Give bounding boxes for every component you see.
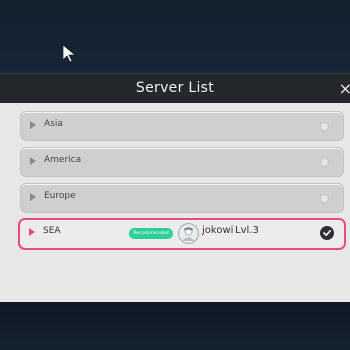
dialog-header: Server List × bbox=[0, 73, 350, 104]
server-list-panel: Asia America Europe SEA Recommended joko… bbox=[0, 103, 350, 302]
server-name: SEA bbox=[43, 226, 61, 236]
server-row-asia[interactable]: Asia bbox=[20, 111, 344, 141]
dialog-title: Server List bbox=[135, 80, 215, 96]
game-background-bottom bbox=[0, 302, 350, 350]
check-circle-icon bbox=[320, 226, 334, 240]
recommended-badge: Recommended bbox=[129, 228, 173, 239]
triangle-right-icon bbox=[30, 157, 36, 165]
radio-dot-icon bbox=[320, 158, 329, 167]
player-level: Lvl.3 bbox=[235, 225, 259, 236]
triangle-right-icon bbox=[30, 121, 36, 129]
server-name: Asia bbox=[44, 119, 63, 129]
radio-dot-icon bbox=[320, 122, 329, 131]
server-row-europe[interactable]: Europe bbox=[20, 183, 344, 213]
player-name: jokowi bbox=[202, 225, 234, 236]
close-icon[interactable]: × bbox=[339, 79, 350, 98]
triangle-right-icon bbox=[29, 228, 35, 236]
mouse-cursor-icon bbox=[62, 44, 77, 63]
player-avatar bbox=[178, 223, 199, 244]
server-row-sea[interactable]: SEA Recommended jokowi Lvl.3 bbox=[18, 218, 346, 250]
radio-dot-icon bbox=[320, 194, 329, 203]
server-name: Europe bbox=[44, 191, 76, 201]
triangle-right-icon bbox=[30, 193, 36, 201]
server-row-america[interactable]: America bbox=[20, 147, 344, 177]
game-background-top bbox=[0, 0, 350, 75]
server-name: America bbox=[44, 155, 82, 165]
